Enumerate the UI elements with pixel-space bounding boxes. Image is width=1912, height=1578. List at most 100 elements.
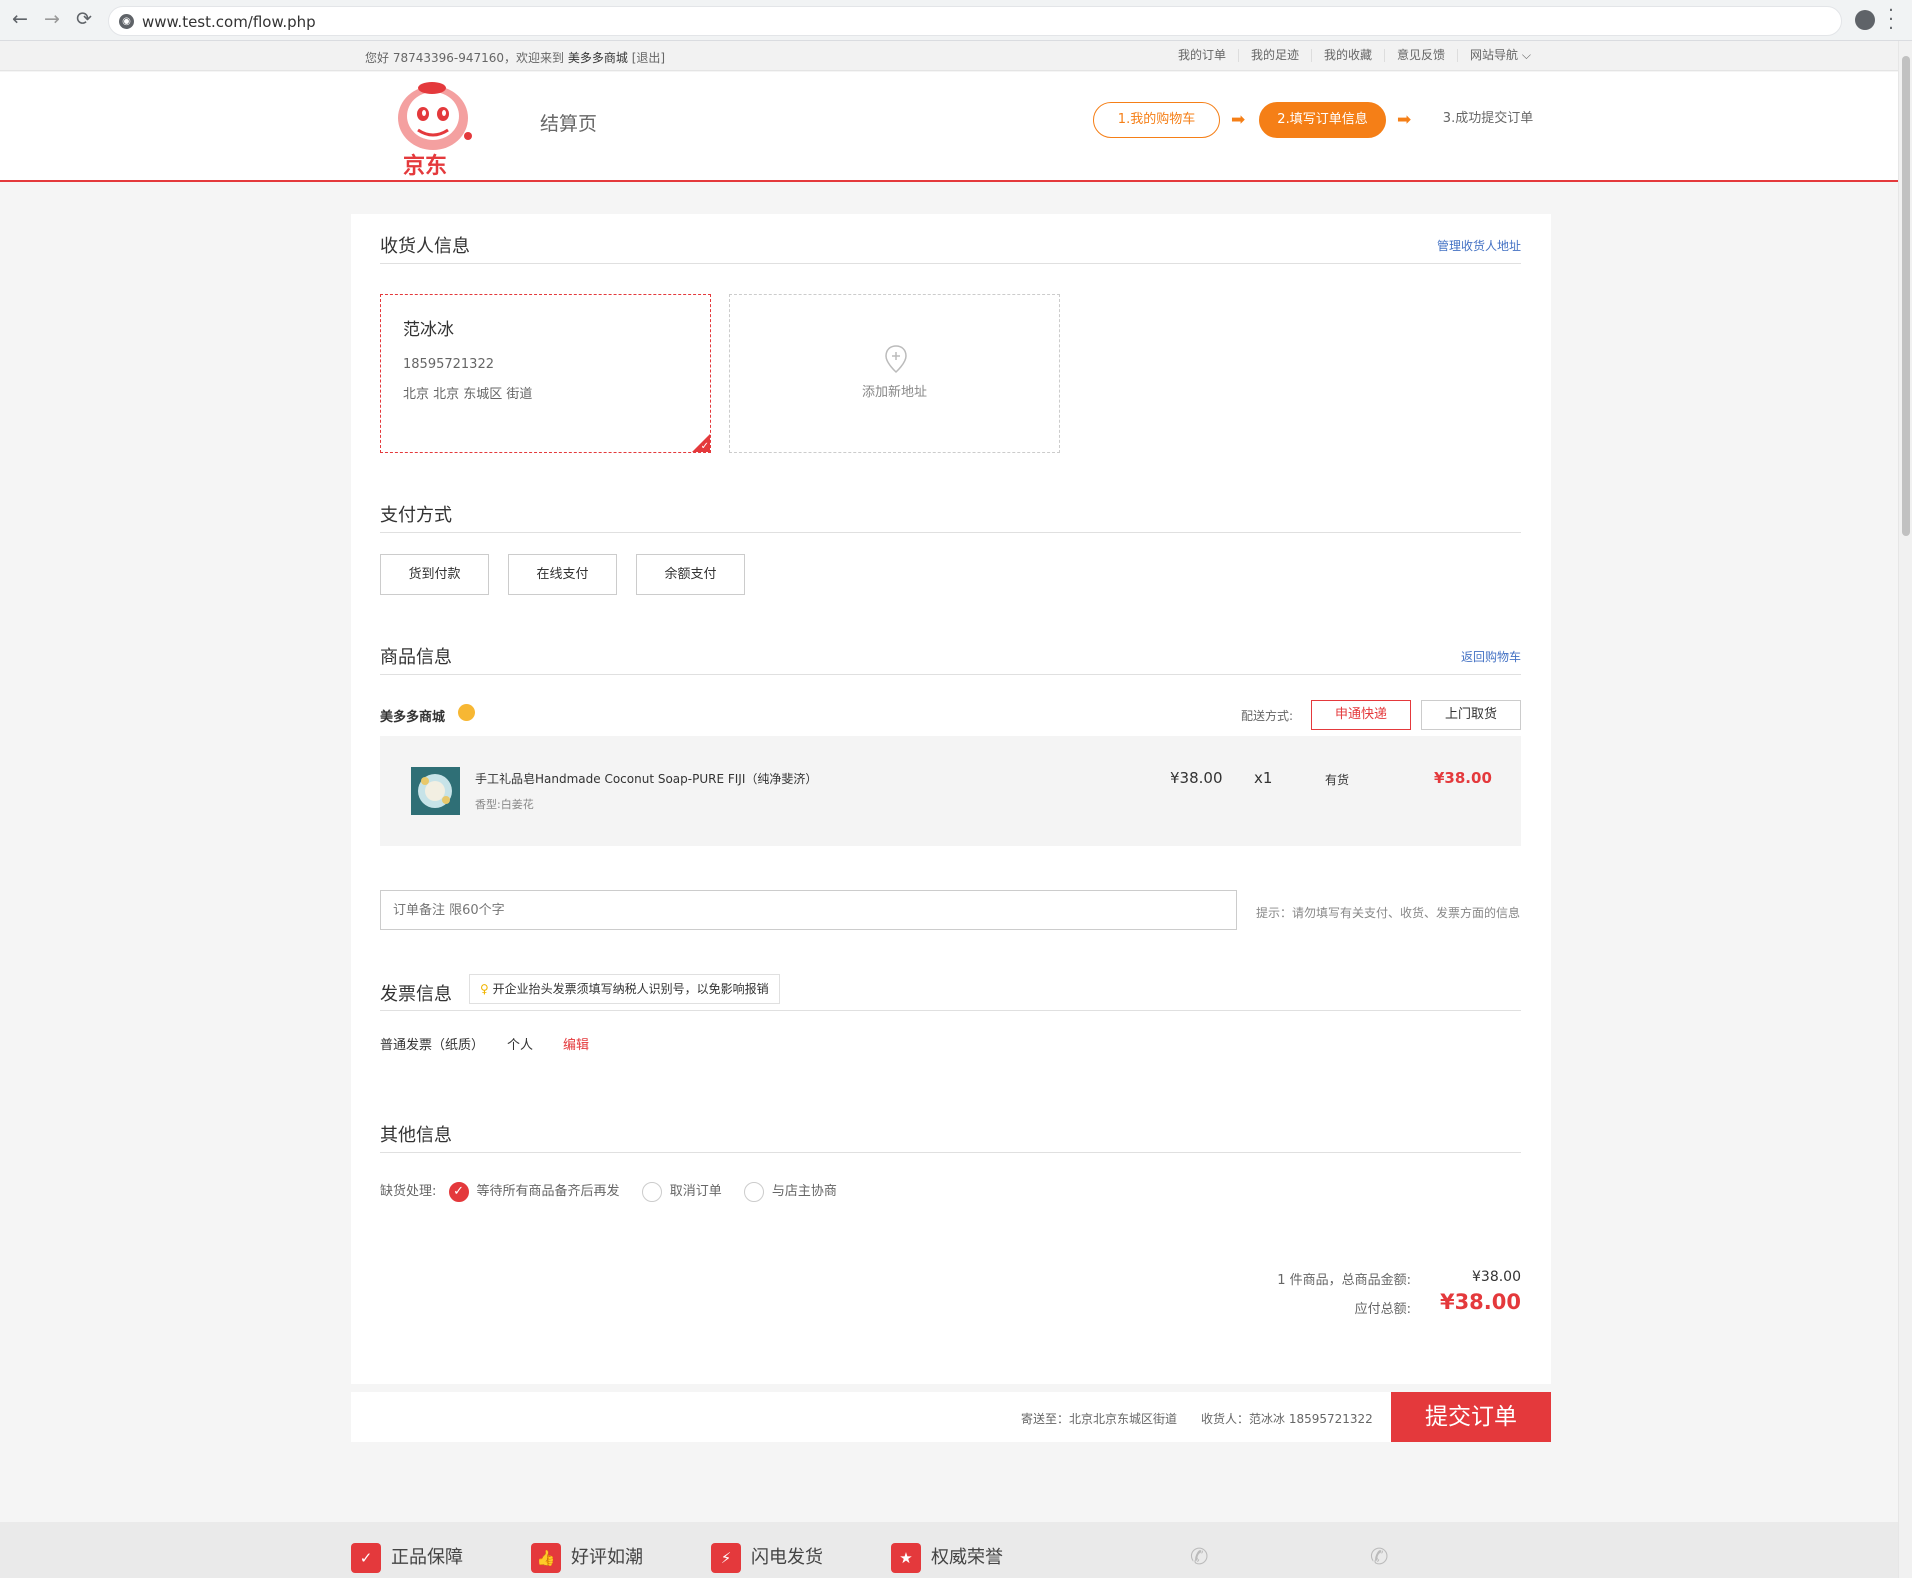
my-footprint-link[interactable]: 我的足迹 — [1238, 49, 1311, 62]
arrow-right-icon: ➡ — [1397, 110, 1412, 130]
back-button[interactable]: ← — [8, 8, 32, 32]
footer-reviews-label: 好评如潮 — [571, 1547, 643, 1568]
address-card-selected[interactable]: 范冰冰 18595721322 北京 北京 东城区 街道 ✓ — [380, 294, 711, 453]
page-header: 京东 结算页 1.我的购物车 ➡ 2.填写订单信息 ➡ 3.成功提交订单 — [0, 72, 1898, 182]
option-negotiate[interactable]: 与店主协商 — [743, 1181, 837, 1202]
site-footer: ✓ 正品保障 👍 好评如潮 ⚡ 闪电发货 ★ 权威荣誉 ✆ ✆ — [0, 1522, 1898, 1578]
page-scrollbar[interactable] — [1898, 41, 1912, 1578]
delivery-express-button[interactable]: 申通快递 — [1311, 700, 1411, 730]
shield-icon: ✓ — [351, 1543, 381, 1573]
payable-label: 应付总额: — [1354, 1302, 1411, 1317]
site-nav-link[interactable]: 网站导航 ⌵ — [1457, 49, 1543, 62]
checkout-panel: 收货人信息 管理收货人地址 范冰冰 18595721322 北京 北京 东城区 … — [351, 214, 1551, 1384]
my-favorites-link[interactable]: 我的收藏 — [1311, 49, 1384, 62]
receiver-summary: 收货人：范冰冰 18595721322 — [1201, 1412, 1373, 1426]
invoice-type: 普通发票（纸质） — [380, 1038, 485, 1053]
delivery-pickup-button[interactable]: 上门取货 — [1421, 700, 1521, 730]
submit-order-button[interactable]: 提交订单 — [1391, 1392, 1551, 1442]
invoice-edit-link[interactable]: 编辑 — [563, 1034, 589, 1053]
globe-icon: ◉ — [119, 14, 134, 29]
footer-honor: ★ 权威荣誉 — [891, 1542, 1003, 1574]
note-hint: 提示：请勿填写有关支付、收货、发票方面的信息 — [1256, 906, 1521, 920]
radio-icon — [743, 1181, 764, 1202]
product-subtotal: ¥38.00 — [1434, 769, 1492, 787]
location-pin-icon — [885, 345, 907, 373]
product-price: ¥38.00 — [1170, 769, 1223, 787]
jd-logo[interactable]: 京东 — [388, 78, 483, 179]
scrollbar-thumb[interactable] — [1902, 56, 1910, 536]
award-icon: ★ — [891, 1543, 921, 1573]
phone-icon: ✆ — [1370, 1545, 1389, 1570]
divider — [380, 674, 1521, 675]
footer-fast-ship: ⚡ 闪电发货 — [711, 1542, 823, 1574]
site-topbar: 您好 78743396-947160，欢迎来到 美多多商城 [退出] 我的订单 … — [0, 41, 1898, 71]
receiver-address: 北京 北京 东城区 街道 — [403, 387, 533, 402]
step-submit: 3.成功提交订单 — [1442, 111, 1534, 126]
radio-checked-icon: ✓ — [448, 1181, 469, 1202]
invoice-tip: ♀ 开企业抬头发票须填写纳税人识别号，以免影响报销 — [469, 974, 780, 1004]
delivery-label: 配送方式: — [1241, 709, 1294, 723]
my-orders-link[interactable]: 我的订单 — [1166, 49, 1238, 62]
feedback-link[interactable]: 意见反馈 — [1384, 49, 1457, 62]
pay-online-button[interactable]: 在线支付 — [508, 554, 617, 595]
option-wait-all[interactable]: ✓ 等待所有商品备齐后再发 — [448, 1181, 620, 1202]
profile-icon[interactable] — [1855, 10, 1875, 30]
order-note-input[interactable] — [380, 890, 1237, 930]
back-to-cart-link[interactable]: 返回购物车 — [1461, 648, 1521, 665]
ship-to: 寄送至：北京北京东城区街道 — [1021, 1412, 1178, 1426]
invoice-tip-text: 开企业抬头发票须填写纳税人识别号，以免影响报销 — [492, 982, 769, 996]
option-wait-all-label: 等待所有商品备齐后再发 — [476, 1184, 620, 1199]
phone-icon: ✆ — [1190, 1545, 1209, 1570]
logo-text: 京东 — [403, 154, 448, 179]
receiver-phone: 18595721322 — [403, 357, 494, 372]
step-fill-order: 2.填写订单信息 — [1259, 102, 1386, 138]
browser-toolbar: ← → ⟳ ◉ www.test.com/flow.php · · · — [0, 0, 1912, 41]
shop-service-icon[interactable] — [458, 704, 475, 721]
goods-title: 商品信息 — [380, 647, 452, 668]
product-spec: 香型:白姜花 — [475, 798, 534, 811]
address-bar[interactable]: ◉ www.test.com/flow.php — [108, 6, 1842, 36]
stockout-options: 缺货处理: ✓ 等待所有商品备齐后再发 取消订单 与店主协商 — [380, 1180, 837, 1202]
arrow-right-icon: ➡ — [1231, 110, 1246, 130]
site-nav-label: 网站导航 — [1470, 48, 1519, 62]
radio-icon — [641, 1181, 662, 1202]
shop-name: 美多多商城 — [380, 710, 446, 725]
chevron-down-icon: ⌵ — [1521, 48, 1531, 62]
reload-button[interactable]: ⟳ — [72, 8, 96, 32]
menu-icon[interactable]: · · · — [1886, 2, 1896, 38]
option-cancel-order[interactable]: 取消订单 — [641, 1181, 722, 1202]
payment-title: 支付方式 — [380, 505, 452, 526]
shop-link[interactable]: 美多多商城 — [568, 51, 628, 65]
submit-bar: 寄送至：北京北京东城区街道 收货人：范冰冰 18595721322 提交订单 — [351, 1392, 1551, 1442]
greeting: 您好 78743396-947160，欢迎来到 美多多商城 [退出] — [365, 49, 665, 66]
divider — [380, 263, 1521, 264]
forward-button[interactable]: → — [40, 8, 64, 32]
receiver-name: 范冰冰 — [403, 320, 454, 340]
check-icon: ✓ — [700, 441, 709, 452]
top-links: 我的订单 我的足迹 我的收藏 意见反馈 网站导航 ⌵ — [1166, 49, 1543, 62]
manage-address-link[interactable]: 管理收货人地址 — [1437, 237, 1521, 254]
pay-balance-button[interactable]: 余额支付 — [636, 554, 745, 595]
footer-reviews: 👍 好评如潮 — [531, 1542, 643, 1574]
product-qty: x1 — [1254, 769, 1273, 787]
greeting-text: 您好 78743396-947160，欢迎来到 — [365, 51, 565, 65]
goods-total-label: 1 件商品，总商品金额: — [1277, 1273, 1411, 1288]
page-title: 结算页 — [540, 113, 598, 135]
add-address-card[interactable]: 添加新地址 — [729, 294, 1060, 453]
step-cart[interactable]: 1.我的购物车 — [1093, 102, 1220, 138]
logout-link[interactable]: [退出] — [632, 51, 665, 65]
other-title: 其他信息 — [380, 1125, 452, 1146]
option-cancel-label: 取消订单 — [669, 1184, 722, 1199]
invoice-title: 发票信息 — [380, 984, 452, 1005]
add-address-label: 添加新地址 — [861, 385, 927, 400]
lightning-icon: ⚡ — [711, 1543, 741, 1573]
goods-total-amount: ¥38.00 — [1472, 1269, 1521, 1285]
product-thumbnail[interactable] — [411, 767, 460, 815]
footer-genuine-label: 正品保障 — [391, 1547, 463, 1568]
footer-fast-ship-label: 闪电发货 — [751, 1547, 823, 1568]
divider — [380, 1010, 1521, 1011]
pay-cod-button[interactable]: 货到付款 — [380, 554, 489, 595]
product-name[interactable]: 手工礼品皂Handmade Coconut Soap-PURE FIJI（纯净斐… — [475, 770, 817, 787]
divider — [380, 532, 1521, 533]
invoice-header: 个人 — [507, 1038, 534, 1053]
